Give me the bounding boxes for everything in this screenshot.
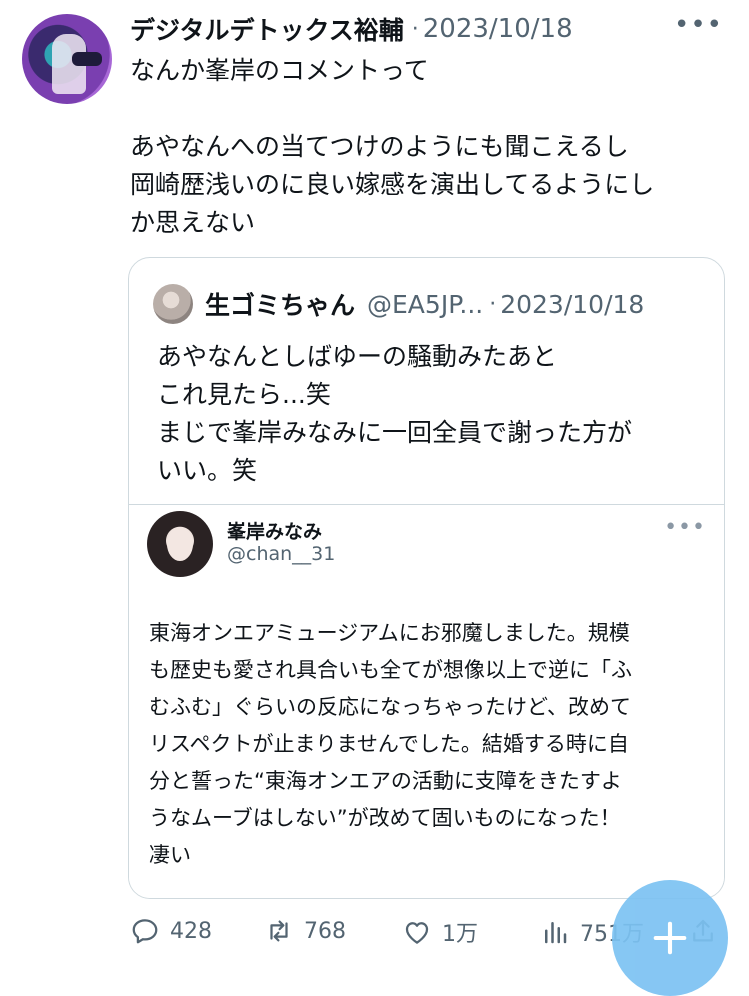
- quoted-author-handle: @EA5JP...: [367, 289, 484, 319]
- like-button[interactable]: 1万: [402, 916, 478, 948]
- tweet-date[interactable]: 2023/10/18: [423, 14, 573, 44]
- compose-plus-icon: [653, 921, 687, 955]
- separator-dot: ·: [411, 16, 419, 42]
- quoted-author-avatar: [153, 284, 193, 324]
- embedded-author-handle: @chan__31: [227, 543, 336, 565]
- embedded-more-icon: •••: [664, 515, 706, 540]
- reply-count: 428: [170, 918, 212, 944]
- embedded-author-name: 峯岸みなみ: [227, 521, 323, 543]
- quoted-tweet-text: あやなんとしばゆーの騒動みたあと これ見たら...笑 まじで峯岸みなみに一回全員…: [157, 342, 633, 485]
- quoted-tweet[interactable]: 生ゴミちゃん @EA5JP... · 2023/10/18 あやなんとしばゆーの…: [128, 257, 725, 899]
- retweet-button[interactable]: 768: [264, 916, 346, 946]
- like-count: 1万: [442, 922, 478, 947]
- retweet-icon: [270, 920, 288, 942]
- avatar-figure-detail: [72, 52, 102, 66]
- heart-icon: [405, 922, 429, 944]
- embedded-post[interactable]: 峯岸みなみ @chan__31 ••• 東海オンエアミュージアムにお邪魔しました…: [129, 504, 724, 898]
- author-avatar[interactable]: [22, 14, 112, 104]
- embedded-author-avatar: [147, 511, 213, 577]
- reply-button[interactable]: 428: [130, 916, 212, 946]
- author-name[interactable]: デジタルデトックス裕輔: [130, 11, 404, 47]
- quoted-author-name: 生ゴミちゃん: [205, 291, 356, 320]
- compose-button[interactable]: [612, 880, 728, 996]
- views-bar-chart-icon: [545, 922, 567, 944]
- quoted-separator-dot: ·: [489, 291, 497, 317]
- quoted-tweet-header: 生ゴミちゃん @EA5JP... · 2023/10/18: [153, 284, 645, 324]
- tweet-header: デジタルデトックス裕輔 · 2023/10/18: [130, 12, 719, 46]
- more-options-icon[interactable]: •••: [674, 10, 723, 40]
- reply-bubble-icon: [132, 919, 158, 944]
- embedded-post-text: 東海オンエアミュージアムにお邪魔しました。規模 も歴史も愛され具合いも全てが想像…: [149, 621, 632, 867]
- tweet-text: なんか峯岸のコメントって あやなんへの当てつけのようにも聞こえるし 岡崎歴浅いの…: [130, 56, 655, 237]
- quoted-tweet-date: 2023/10/18: [500, 289, 645, 319]
- embedded-avatar-face: [167, 527, 193, 561]
- retweet-count: 768: [304, 918, 346, 944]
